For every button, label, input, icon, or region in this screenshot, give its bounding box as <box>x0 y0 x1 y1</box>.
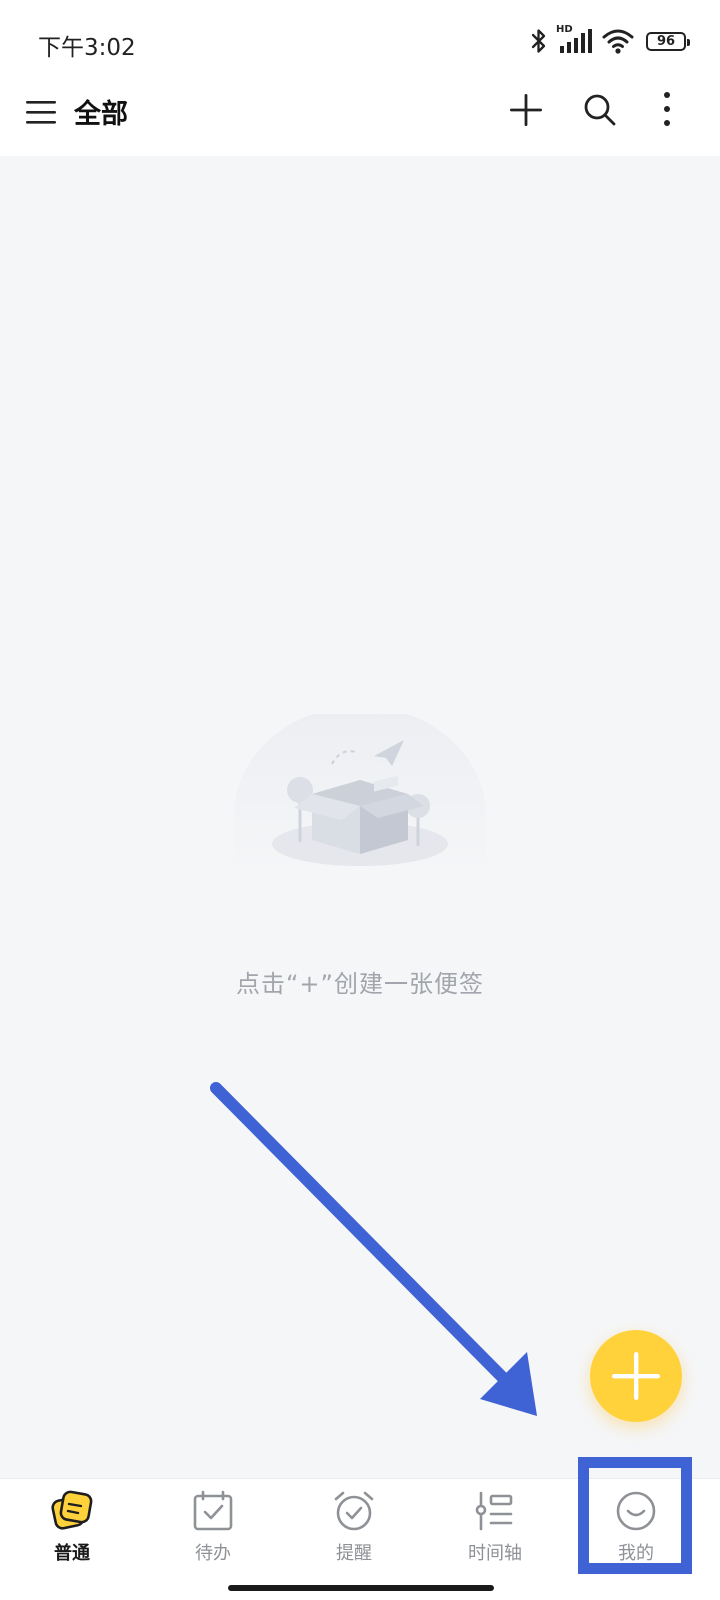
app-bar: 全部 <box>0 84 720 156</box>
nav-item-timeline[interactable]: 时间轴 <box>435 1489 555 1577</box>
battery-icon: 96 <box>646 31 690 51</box>
battery-level: 96 <box>656 33 676 49</box>
annotation-highlight-box <box>578 1457 692 1574</box>
menu-icon[interactable] <box>26 98 58 130</box>
page-title: 全部 <box>74 99 128 130</box>
home-indicator <box>228 1585 494 1591</box>
nav-label-todo: 待办 <box>195 1543 231 1564</box>
empty-state-hint: 点击“+”创建一张便签 <box>236 970 484 998</box>
search-icon[interactable] <box>582 92 618 128</box>
nav-item-todo[interactable]: 待办 <box>153 1489 273 1577</box>
status-time: 下午3:02 <box>38 35 136 61</box>
nav-label-normal: 普通 <box>54 1543 90 1564</box>
note-icon <box>51 1490 93 1530</box>
cellular-signal-icon: HD <box>556 24 594 55</box>
notes-list-area: 点击“+”创建一张便签 <box>0 156 720 1478</box>
todo-calendar-icon <box>193 1490 233 1531</box>
alarm-clock-icon <box>334 1491 374 1531</box>
bluetooth-icon <box>531 29 546 53</box>
status-bar: 下午3:02 HD 96 <box>0 0 720 84</box>
wifi-icon <box>602 29 634 54</box>
create-note-fab[interactable] <box>590 1330 682 1422</box>
empty-box-illustration <box>234 714 486 878</box>
plus-icon <box>612 1352 660 1400</box>
nav-label-reminder: 提醒 <box>336 1543 372 1564</box>
add-icon[interactable] <box>508 92 544 128</box>
nav-item-reminder[interactable]: 提醒 <box>294 1489 414 1577</box>
nav-label-timeline: 时间轴 <box>468 1543 522 1564</box>
status-icons: HD 96 <box>530 24 690 58</box>
more-icon[interactable] <box>660 90 674 128</box>
nav-item-normal[interactable]: 普通 <box>12 1489 132 1577</box>
timeline-icon <box>475 1491 513 1531</box>
